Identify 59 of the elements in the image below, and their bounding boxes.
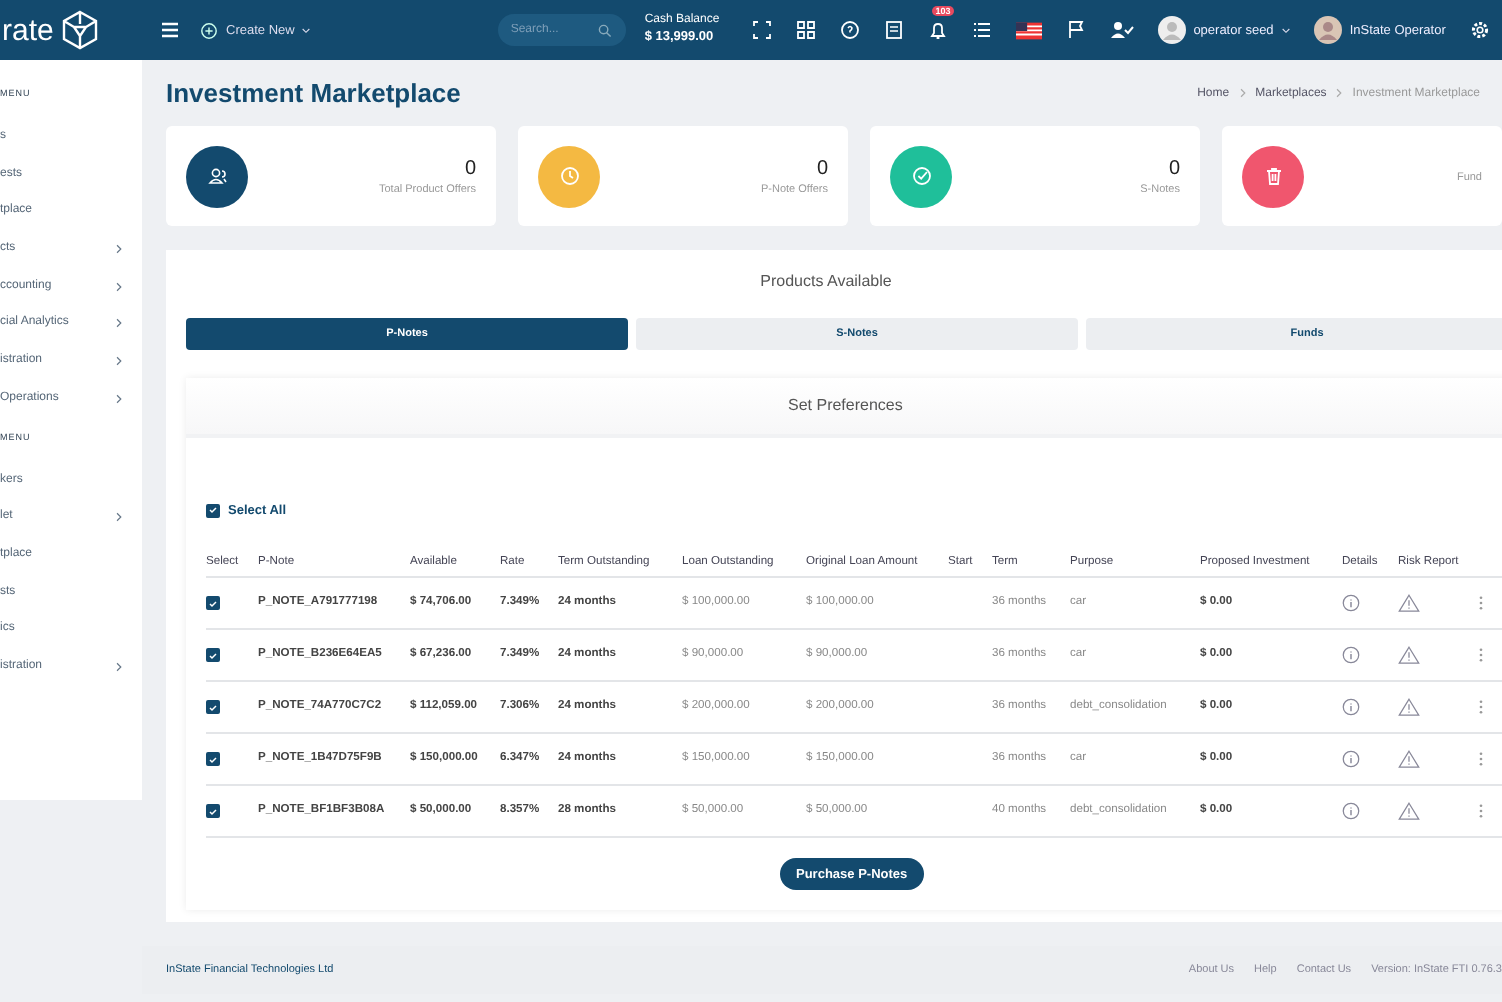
warning-icon[interactable] [1398,698,1420,716]
page-title: Investment Marketplace [166,78,461,108]
stat-value: 0 [1168,157,1180,179]
row-checkbox[interactable] [206,804,220,818]
warning-icon[interactable] [1398,802,1420,820]
fullscreen-icon[interactable] [751,20,772,40]
chevron-right-icon [116,281,122,292]
more-options-icon[interactable] [1478,698,1484,716]
warning-icon[interactable] [1398,750,1420,768]
avatar-icon [1157,16,1186,44]
row-checkbox[interactable] [206,700,220,714]
settings-icon[interactable] [1469,20,1490,40]
users-icon [207,166,227,186]
info-icon[interactable] [1342,698,1360,716]
caret-icon [1281,27,1290,33]
chevron-right-icon [1239,88,1246,98]
info-icon[interactable] [1342,802,1360,820]
more-options-icon[interactable] [1478,646,1484,664]
chevron-right-icon [116,512,122,523]
logo-text: rate [2,13,54,47]
info-icon[interactable] [1342,750,1360,768]
check-circle-icon [911,166,931,186]
grid-icon[interactable] [795,20,816,40]
hexagon-logo-icon [59,10,100,50]
stat-value: 0 [464,157,476,179]
preferences-title: Set Preferences [186,378,1502,438]
info-icon[interactable] [1342,646,1360,664]
more-options-icon[interactable] [1478,750,1484,768]
list-icon[interactable] [971,20,992,40]
chevron-right-icon [1336,88,1343,98]
plus-circle-icon [200,21,218,39]
help-icon[interactable] [839,20,860,40]
search-icon [598,23,613,37]
bell-icon[interactable] [927,20,948,40]
warning-icon[interactable] [1398,594,1420,612]
row-checkbox[interactable] [206,648,220,662]
chevron-right-icon [116,393,122,404]
stat-value: 0 [816,157,828,179]
clock-icon [559,166,579,186]
document-icon[interactable] [883,20,904,40]
checkbox[interactable] [206,503,220,517]
chevron-right-icon [116,318,122,329]
us-flag-icon[interactable] [1015,21,1042,39]
flag-icon[interactable] [1065,20,1086,40]
caret-icon [302,27,311,33]
avatar-icon [1313,16,1342,44]
chevron-right-icon [116,244,122,255]
info-icon[interactable] [1342,594,1360,612]
row-checkbox[interactable] [206,596,220,610]
menu-icon[interactable] [160,20,180,40]
chevron-right-icon [116,356,122,367]
warning-icon[interactable] [1398,646,1420,664]
more-options-icon[interactable] [1478,594,1484,612]
row-checkbox[interactable] [206,752,220,766]
trash-icon [1263,166,1283,186]
panel-title: Products Available [758,270,894,294]
more-options-icon[interactable] [1478,802,1484,820]
chevron-right-icon [116,661,122,672]
user-check-icon[interactable] [1109,20,1134,40]
